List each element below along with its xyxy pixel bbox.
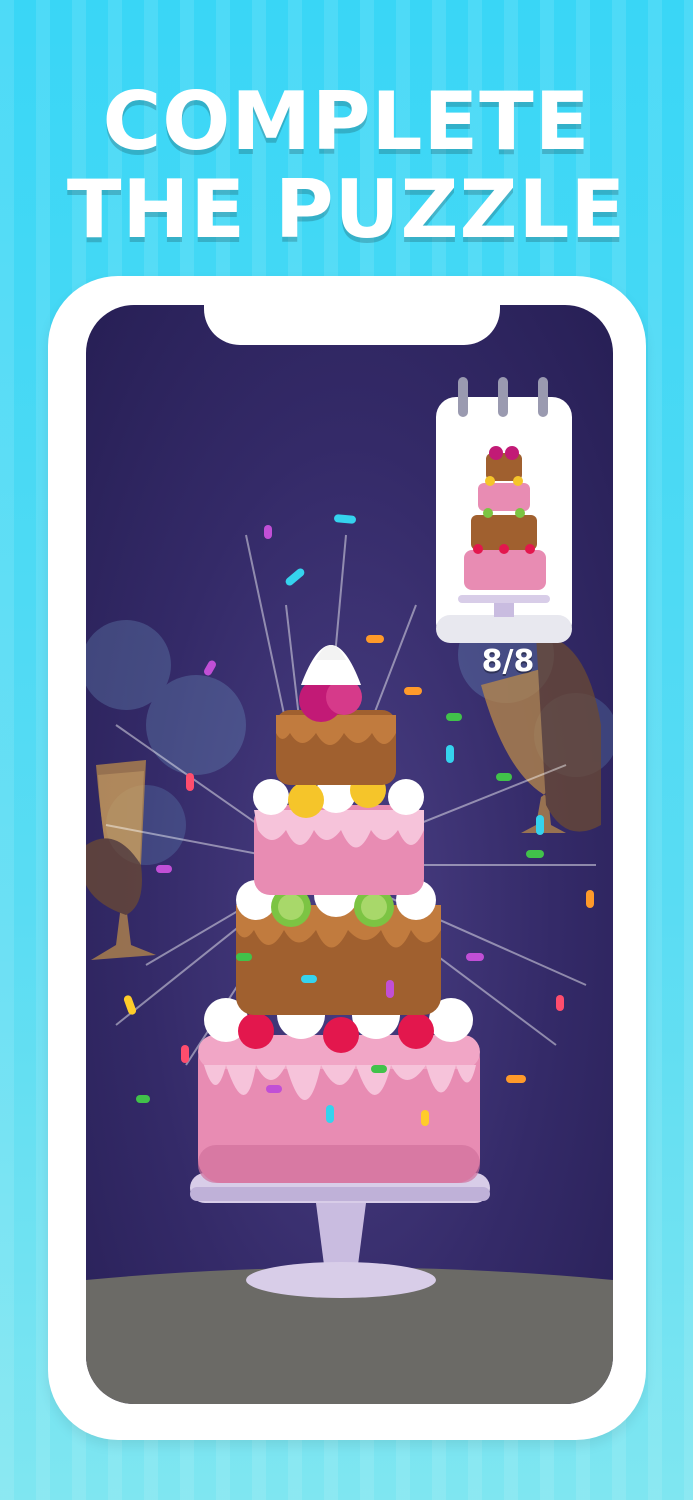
cake-tier-3 xyxy=(236,905,441,1015)
cake-tier-4 xyxy=(198,1035,480,1183)
cake-tier-2 xyxy=(254,805,424,895)
headline: COMPLETE THE PUZZLE xyxy=(0,78,693,254)
recipe-notebook xyxy=(436,377,572,643)
phone-notch xyxy=(204,303,500,345)
headline-line-1: COMPLETE xyxy=(102,75,591,168)
progress-counter: 8/8 xyxy=(481,644,535,679)
game-screen[interactable] xyxy=(86,305,613,1404)
game-scene xyxy=(86,377,613,1404)
headline-line-2: THE PUZZLE xyxy=(66,163,627,256)
